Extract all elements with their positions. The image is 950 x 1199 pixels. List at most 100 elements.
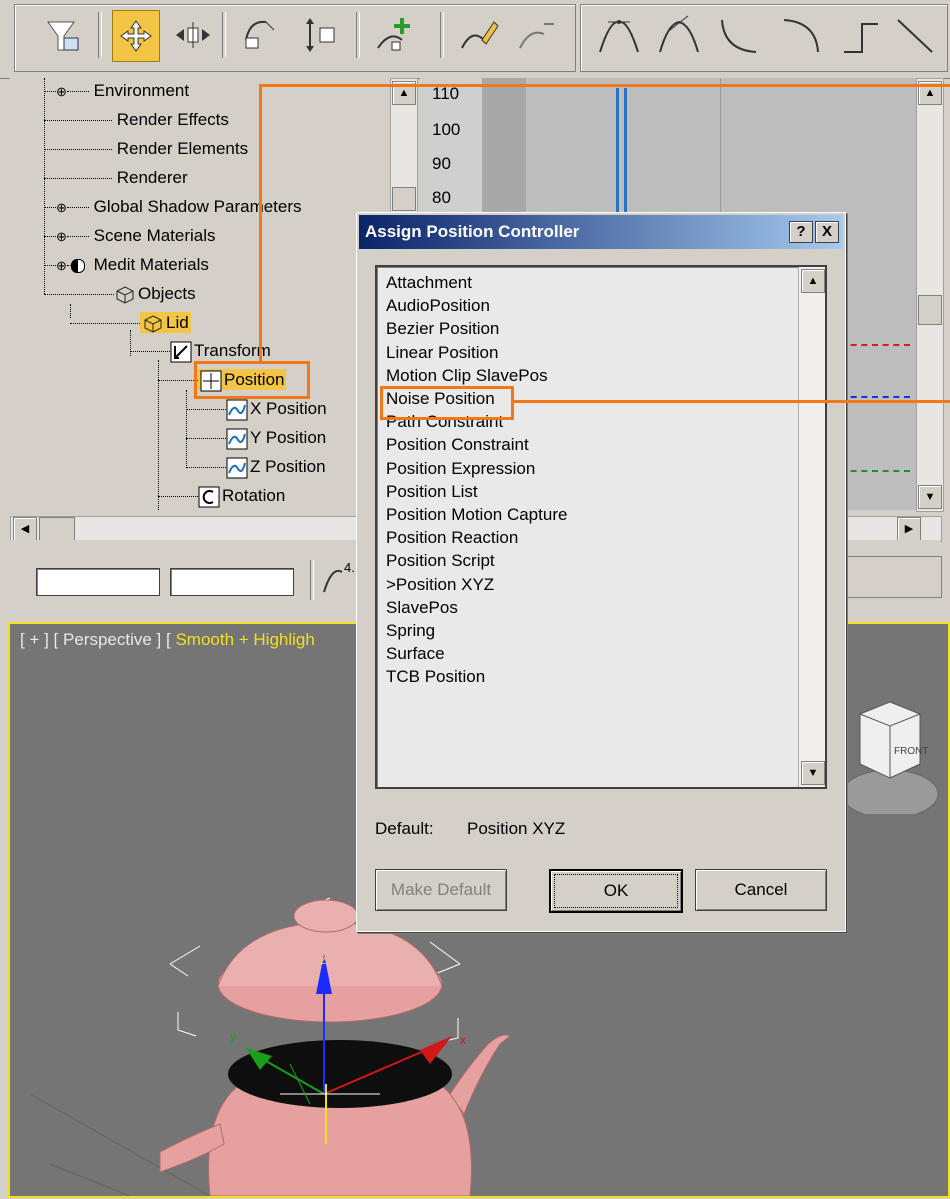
tree-item-label: X Position (250, 399, 327, 418)
move-keys-icon[interactable] (112, 10, 160, 62)
scale-values-icon[interactable] (300, 10, 346, 60)
x-curve (840, 344, 910, 346)
tree-item-render-effects[interactable]: Render Effects (44, 107, 229, 133)
draw-curves-icon[interactable] (456, 10, 502, 60)
tree-item-render-elements[interactable]: Render Elements (44, 136, 248, 162)
highlight-box-position (194, 361, 310, 399)
filter-icon[interactable] (40, 10, 86, 60)
track-view-toolbar (0, 0, 950, 79)
scroll-down-icon[interactable]: ▼ (801, 761, 825, 785)
ruler-tick: 100 (432, 120, 461, 139)
dialog-title-bar[interactable]: Assign Position Controller ? X (359, 215, 843, 249)
dialog-title: Assign Position Controller (365, 222, 580, 241)
curve-line (624, 88, 627, 218)
controller-list-item[interactable]: Motion Clip SlavePos (386, 364, 548, 387)
controller-list-item[interactable]: SlavePos (386, 596, 458, 619)
add-keys-icon[interactable] (372, 10, 418, 60)
z-axis-label: z (320, 953, 326, 967)
material-icon (70, 258, 85, 273)
curve-icon (226, 428, 248, 450)
help-button[interactable]: ? (789, 221, 813, 243)
tree-item-objects[interactable]: Objects (44, 281, 196, 307)
default-label: Default: (375, 819, 434, 838)
tree-item-global-shadow-parameters[interactable]: ⊕ Global Shadow Parameters (44, 194, 302, 220)
slide-keys-icon[interactable] (170, 10, 216, 60)
controller-list-item[interactable]: Position Reaction (386, 526, 518, 549)
controller-list-item[interactable]: Attachment (386, 271, 472, 294)
controller-list-item[interactable]: Position Constraint (386, 433, 529, 456)
tree-item-label: Render Effects (116, 110, 229, 129)
scroll-down-icon[interactable]: ▼ (918, 485, 942, 509)
close-button[interactable]: X (815, 221, 839, 243)
tangent-step-icon[interactable] (838, 10, 884, 60)
tree-item-label: Scene Materials (93, 226, 216, 245)
tangent-auto-icon[interactable] (596, 10, 642, 60)
tree-item-label: Environment (93, 81, 190, 100)
controller-list-item[interactable]: >Position XYZ (386, 573, 494, 596)
scroll-up-icon[interactable]: ▲ (801, 269, 825, 293)
scale-keys-icon[interactable] (236, 10, 282, 60)
reduce-keys-icon[interactable] (514, 10, 560, 60)
tangent-spline-icon[interactable] (656, 10, 702, 60)
highlight-box-noise-position (380, 386, 514, 420)
tangent-linear-icon[interactable] (892, 10, 938, 60)
controller-list-item[interactable]: Surface (386, 642, 445, 665)
key-time-field[interactable] (36, 568, 160, 596)
scroll-thumb[interactable] (392, 187, 416, 211)
ruler-tick: 110 (432, 84, 460, 103)
ruler-tick: 80 (432, 188, 451, 207)
curve-icon (226, 457, 248, 479)
tree-item-rotation[interactable]: Rotation (158, 483, 285, 509)
controller-tree: ⊕ Environment Render Effects Render Elem… (10, 78, 390, 510)
highlight-connector (511, 400, 950, 403)
tree-item-y-position[interactable]: Y Position (186, 425, 326, 451)
tree-item-label: Objects (138, 284, 196, 303)
key-value-field[interactable] (170, 568, 294, 596)
scroll-thumb[interactable] (918, 295, 942, 325)
tangent-fast-icon[interactable] (716, 10, 762, 60)
controller-list-item[interactable]: Position List (386, 480, 478, 503)
object-icon (142, 313, 164, 335)
make-default-button[interactable]: Make Default (375, 869, 507, 911)
tree-item-z-position[interactable]: Z Position (186, 454, 326, 480)
tree-item-label: Global Shadow Parameters (93, 197, 302, 216)
controller-list-item[interactable]: Linear Position (386, 341, 498, 364)
controller-list-item[interactable]: Position Script (386, 549, 495, 572)
controller-list-item[interactable]: Position Motion Capture (386, 503, 567, 526)
zoom-curve-icon[interactable]: 4. (320, 558, 360, 598)
highlight-connector (260, 84, 950, 87)
list-vertical-scrollbar[interactable]: ▲ ▼ (798, 267, 825, 787)
tangent-slow-icon[interactable] (778, 10, 824, 60)
rotation-controller-icon (198, 486, 220, 508)
tree-item-label: Render Elements (116, 139, 249, 158)
controller-list[interactable]: Attachment AudioPosition Bezier Position Li… (375, 265, 827, 789)
curve-vertical-scrollbar[interactable]: ▲ ▼ (916, 78, 944, 512)
controller-list-item[interactable]: AudioPosition (386, 294, 490, 317)
ok-button[interactable]: OK (549, 869, 683, 913)
tree-item-medit-materials[interactable]: ⊕ Medit Materials (44, 252, 209, 278)
ruler-tick: 90 (432, 154, 451, 173)
scroll-left-icon[interactable]: ◀ (13, 517, 37, 541)
y-curve (840, 396, 910, 398)
tree-item-x-position[interactable]: X Position (186, 396, 327, 422)
controller-list-item[interactable]: Position Expression (386, 457, 535, 480)
tree-item-label: Z Position (250, 457, 326, 476)
controller-list-item[interactable]: TCB Position (386, 665, 485, 688)
tree-item-renderer[interactable]: Renderer (44, 165, 188, 191)
cancel-button[interactable]: Cancel (695, 869, 827, 911)
scroll-thumb[interactable] (39, 517, 75, 541)
tree-item-environment[interactable]: ⊕ Environment (44, 78, 189, 104)
highlight-connector (259, 84, 262, 364)
curve-line (616, 88, 619, 218)
tree-item-scene-materials[interactable]: ⊕ Scene Materials (44, 223, 216, 249)
default-value: Position XYZ (467, 819, 566, 838)
tree-item-lid[interactable]: Lid (70, 310, 191, 336)
scroll-right-icon[interactable]: ▶ (897, 517, 921, 541)
curve-icon (226, 399, 248, 421)
x-axis-label: x (460, 1033, 466, 1047)
assign-position-controller-dialog: Assign Position Controller ? X Attachmen… (356, 212, 846, 932)
tree-item-label: Renderer (116, 168, 188, 187)
controller-list-item[interactable]: Spring (386, 619, 435, 642)
tree-item-label: Rotation (222, 486, 286, 505)
controller-list-item[interactable]: Bezier Position (386, 317, 499, 340)
